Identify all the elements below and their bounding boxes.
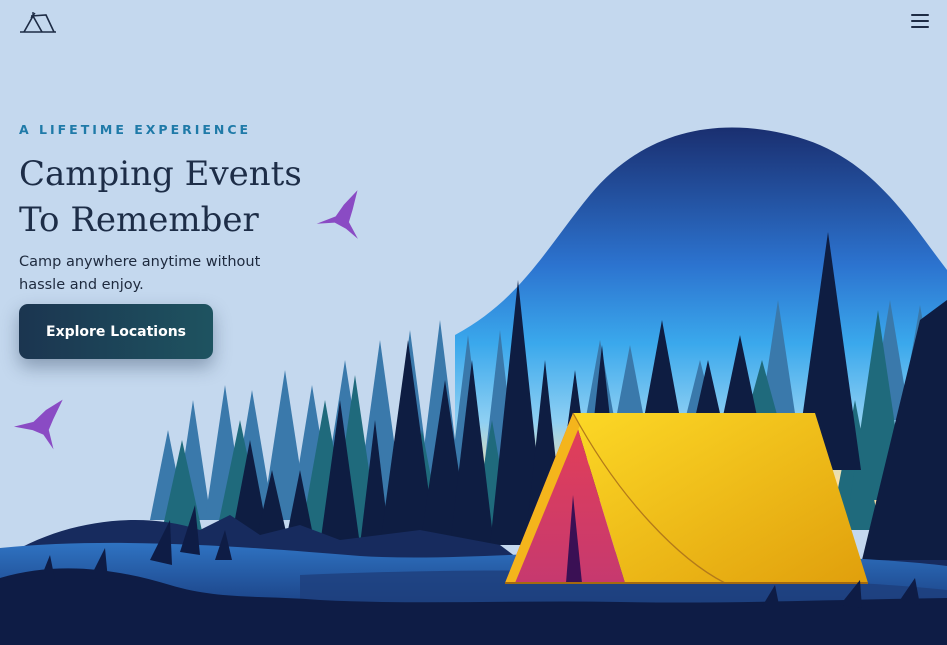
page-title: Camping Events To Remember (19, 151, 349, 243)
explore-locations-button[interactable]: Explore Locations (19, 304, 213, 359)
hero-text: A LIFETIME EXPERIENCE Camping Events To … (19, 122, 349, 297)
hero-subtitle-line: hassle and enjoy. (19, 277, 144, 293)
page-title-line: To Remember (19, 200, 259, 240)
hero-subtitle-line: Camp anywhere anytime without (19, 254, 261, 270)
page-title-line: Camping Events (19, 154, 302, 194)
hero-subtitle: Camp anywhere anytime without hassle and… (19, 251, 349, 297)
hero-eyebrow: A LIFETIME EXPERIENCE (19, 122, 252, 137)
hummingbird-icon (13, 399, 63, 450)
